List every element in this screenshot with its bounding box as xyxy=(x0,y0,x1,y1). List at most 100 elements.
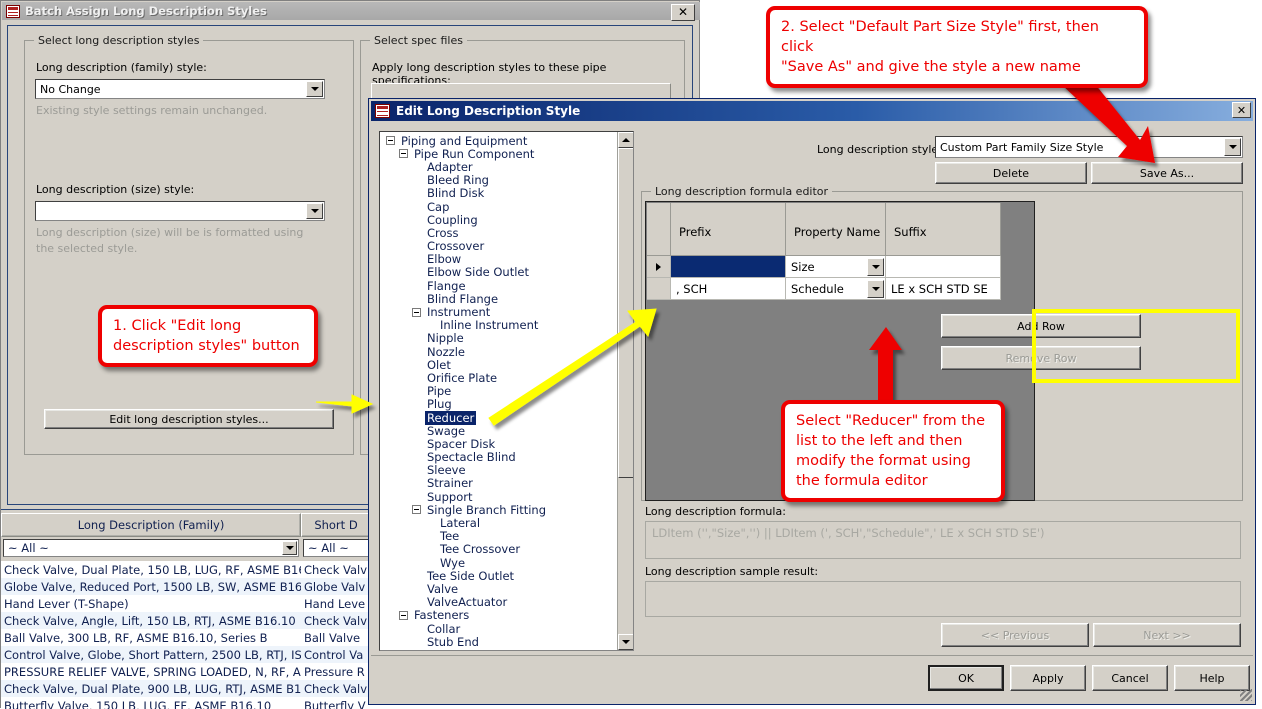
current-row-indicator[interactable] xyxy=(647,256,671,278)
chevron-down-icon[interactable] xyxy=(282,541,297,555)
scroll-down-icon[interactable] xyxy=(618,634,634,650)
tree-item[interactable]: Pipe xyxy=(380,385,617,398)
tree-item[interactable]: Pipe Run Component xyxy=(380,147,617,160)
tree-item[interactable]: Blind Flange xyxy=(380,292,617,305)
edit-dialog-title: Edit Long Description Style xyxy=(396,104,580,118)
long-description-style-combo[interactable]: Custom Part Family Size Style xyxy=(935,136,1243,158)
tree-item[interactable]: Blind Disk xyxy=(380,187,617,200)
ok-button[interactable]: OK xyxy=(928,665,1004,691)
batch-dialog-titlebar[interactable]: Batch Assign Long Description Styles xyxy=(2,2,700,20)
tree-item[interactable]: Coupling xyxy=(380,213,617,226)
tree-item[interactable]: Swage xyxy=(380,424,617,437)
cancel-button[interactable]: Cancel xyxy=(1092,665,1168,691)
tree-item[interactable]: Flange xyxy=(380,279,617,292)
tree-item[interactable]: Tee xyxy=(380,530,617,543)
tree-item[interactable]: Bleed Ring xyxy=(380,174,617,187)
help-button[interactable]: Help xyxy=(1174,665,1250,691)
tree-item[interactable]: Spectacle Blind xyxy=(380,451,617,464)
prefix-cell[interactable]: , SCH xyxy=(671,278,786,300)
family-style-combo[interactable]: No Change xyxy=(35,79,325,99)
collapse-icon[interactable] xyxy=(399,611,408,620)
tree-item[interactable]: Tee Side Outlet xyxy=(380,569,617,582)
collapse-icon[interactable] xyxy=(386,136,395,145)
tree-item[interactable]: Elbow xyxy=(380,253,617,266)
tree-item[interactable]: Cap xyxy=(380,200,617,213)
tree-item[interactable]: Piping and Equipment xyxy=(380,134,617,147)
tree-item[interactable]: Elbow Side Outlet xyxy=(380,266,617,279)
tree-scrollbar[interactable] xyxy=(617,132,633,650)
tree-item[interactable]: ValveActuator xyxy=(380,596,617,609)
chevron-down-icon[interactable] xyxy=(1224,138,1241,156)
add-row-button[interactable]: Add Row xyxy=(941,314,1141,338)
tree-item[interactable]: Wye xyxy=(380,556,617,569)
collapse-icon[interactable] xyxy=(412,505,421,514)
column-header-short-description[interactable]: Short D xyxy=(301,513,371,537)
column-header-suffix[interactable]: Suffix xyxy=(886,203,1001,256)
tree-item-label: Tee Side Outlet xyxy=(425,569,516,583)
tree-item[interactable]: Nozzle xyxy=(380,345,617,358)
delete-style-button[interactable]: Delete xyxy=(935,162,1087,184)
application-icon xyxy=(375,104,390,118)
chevron-down-icon[interactable] xyxy=(867,258,884,276)
tree-item[interactable]: Spacer Disk xyxy=(380,437,617,450)
tree-item[interactable]: Cross xyxy=(380,226,617,239)
prefix-cell[interactable] xyxy=(671,256,786,278)
save-as-button[interactable]: Save As... xyxy=(1091,162,1243,184)
tree-item[interactable]: Adapter xyxy=(380,160,617,173)
tree-item[interactable]: Nipple xyxy=(380,332,617,345)
cell-short-description: Check Valv xyxy=(301,563,371,577)
size-style-hint: Long description (size) will be is forma… xyxy=(36,225,316,257)
chevron-down-icon[interactable] xyxy=(306,203,323,219)
tree-item[interactable]: Inline Instrument xyxy=(380,319,617,332)
tree-item[interactable]: Fasteners xyxy=(380,609,617,622)
tree-item[interactable]: Strainer xyxy=(380,477,617,490)
tree-item[interactable]: Single Branch Fitting xyxy=(380,503,617,516)
size-style-combo[interactable] xyxy=(35,201,325,221)
cell-short-description: Butterfly V xyxy=(301,699,371,709)
application-icon xyxy=(6,5,20,18)
resize-grip[interactable] xyxy=(1240,689,1252,701)
close-icon[interactable]: ✕ xyxy=(671,4,695,21)
next-button: Next >> xyxy=(1093,623,1241,647)
part-category-tree[interactable]: Piping and EquipmentPipe Run ComponentAd… xyxy=(379,131,634,651)
chevron-down-icon[interactable] xyxy=(867,280,884,298)
tree-item[interactable]: Tee Crossover xyxy=(380,543,617,556)
tree-item[interactable]: Olet xyxy=(380,358,617,371)
tree-item[interactable]: Support xyxy=(380,490,617,503)
close-icon[interactable]: ✕ xyxy=(1232,102,1251,118)
scroll-up-icon[interactable] xyxy=(618,132,634,148)
formula-row[interactable]: , SCHScheduleLE x SCH STD SE xyxy=(647,278,1001,300)
tree-item[interactable]: Crossover xyxy=(380,240,617,253)
row-indicator[interactable] xyxy=(647,278,671,300)
tree-item[interactable]: Collar xyxy=(380,622,617,635)
tree-item-label: Instrument xyxy=(425,305,492,319)
collapse-icon[interactable] xyxy=(399,149,408,158)
suffix-cell[interactable]: LE x SCH STD SE xyxy=(886,278,1001,300)
tree-item[interactable]: Orifice Plate xyxy=(380,371,617,384)
tree-item[interactable]: Reducer xyxy=(380,411,617,424)
column-header-prefix[interactable]: Prefix xyxy=(671,203,786,256)
tree-item-label: Pipe Run Component xyxy=(412,147,536,161)
suffix-cell[interactable] xyxy=(886,256,1001,278)
tree-item[interactable]: Valve xyxy=(380,582,617,595)
apply-button[interactable]: Apply xyxy=(1010,665,1086,691)
chevron-down-icon[interactable] xyxy=(306,81,323,97)
cell-long-description-family: Globe Valve, Reduced Port, 1500 LB, SW, … xyxy=(1,580,301,594)
column-header-long-description-family[interactable]: Long Description (Family) xyxy=(1,513,301,537)
filter-combo-family[interactable]: ~ All ~ xyxy=(3,539,299,557)
cell-long-description-family: Control Valve, Globe, Short Pattern, 250… xyxy=(1,648,301,662)
scrollbar-thumb[interactable] xyxy=(618,148,634,478)
column-header-property-name[interactable]: Property Name xyxy=(786,203,886,256)
edit-long-description-styles-button[interactable]: Edit long description styles... xyxy=(44,409,334,429)
formula-row[interactable]: Size xyxy=(647,256,1001,278)
tree-item[interactable]: Plug xyxy=(380,398,617,411)
tree-item[interactable]: Stub End xyxy=(380,635,617,648)
property-name-cell[interactable]: Size xyxy=(786,256,886,278)
edit-dialog-titlebar[interactable]: Edit Long Description Style xyxy=(371,101,1253,121)
tree-item[interactable]: Instrument xyxy=(380,305,617,318)
filter-combo-short[interactable]: ~ All ~ xyxy=(303,539,369,557)
collapse-icon[interactable] xyxy=(412,308,421,317)
tree-item[interactable]: Lateral xyxy=(380,516,617,529)
property-name-cell[interactable]: Schedule xyxy=(786,278,886,300)
tree-item[interactable]: Sleeve xyxy=(380,464,617,477)
